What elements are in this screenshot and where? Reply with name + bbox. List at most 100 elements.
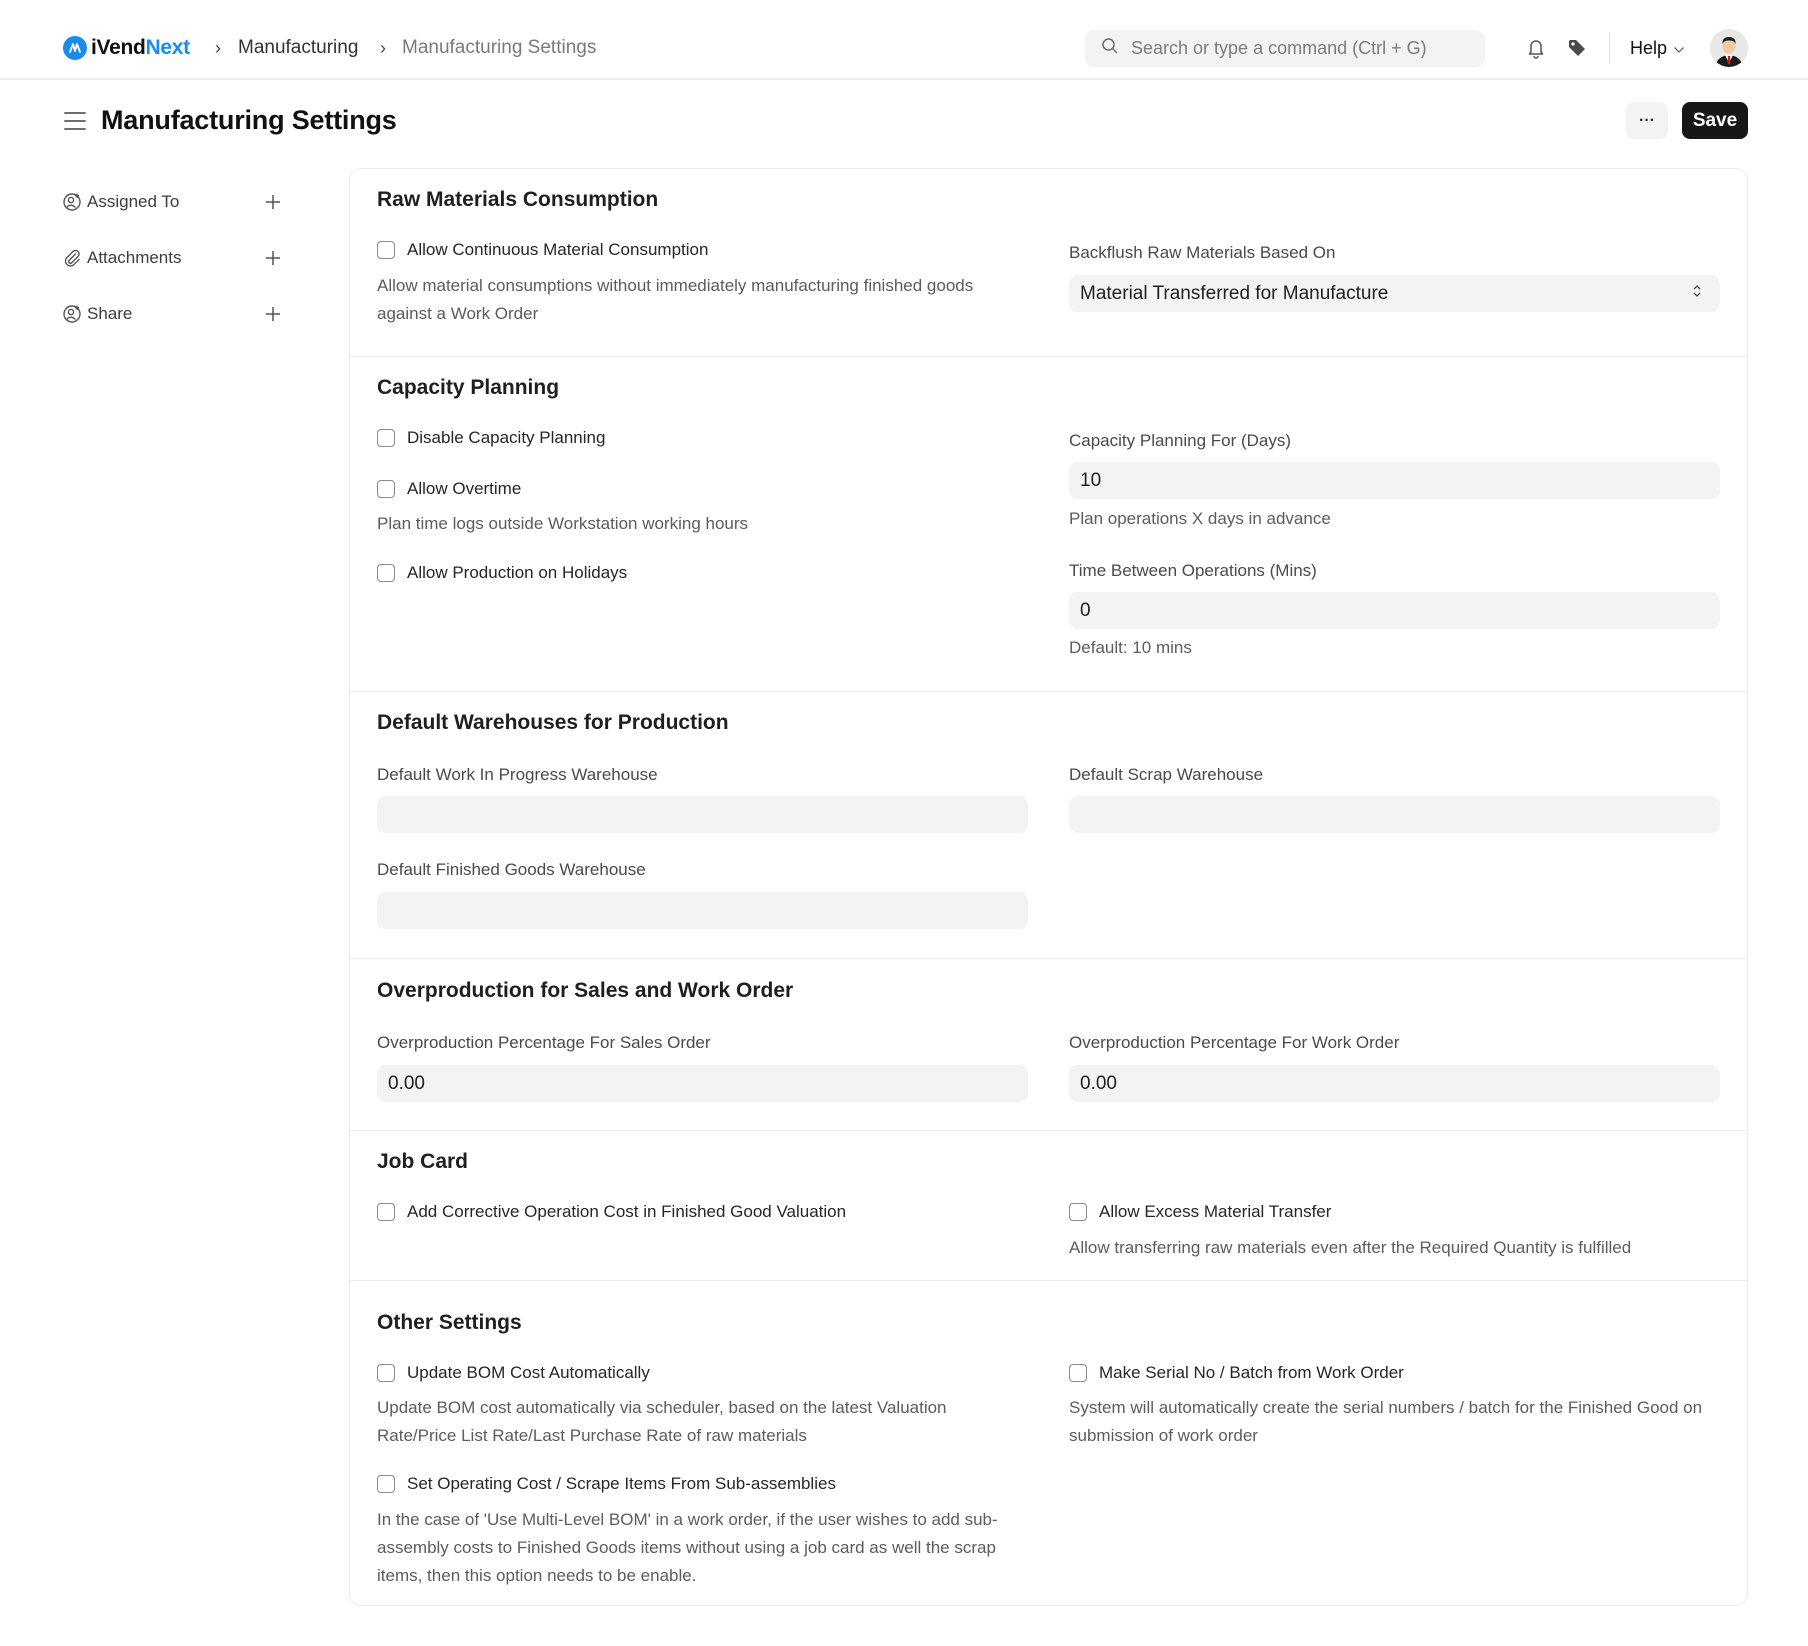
user-plus-icon: [62, 304, 82, 324]
allow-overtime-description: Plan time logs outside Workstation worki…: [377, 514, 749, 533]
section-divider: [349, 356, 1748, 357]
finished-goods-warehouse-label: Default Finished Goods Warehouse: [377, 860, 646, 879]
breadcrumb-manufacturing[interactable]: Manufacturing: [238, 37, 358, 59]
add-corrective-operation-cost-checkbox[interactable]: Add Corrective Operation Cost in Finishe…: [377, 1202, 846, 1222]
help-dropdown[interactable]: Help: [1630, 38, 1685, 59]
overproduction-work-order-label: Overproduction Percentage For Work Order: [1069, 1033, 1400, 1052]
scrap-warehouse-label: Default Scrap Warehouse: [1069, 765, 1264, 784]
section-divider: [349, 1280, 1748, 1281]
update-bom-cost-automatically-checkbox[interactable]: Update BOM Cost Automatically: [377, 1363, 650, 1383]
wip-warehouse-input[interactable]: [388, 803, 1028, 826]
command-search[interactable]: [1085, 30, 1485, 67]
bell-icon[interactable]: [1524, 36, 1548, 60]
checkbox-label: Allow Overtime: [407, 479, 522, 498]
capacity-planning-days-input[interactable]: [1080, 469, 1720, 492]
finished-goods-warehouse-input[interactable]: [388, 899, 1028, 922]
section-divider: [349, 691, 1748, 692]
backflush-label: Backflush Raw Materials Based On: [1069, 243, 1336, 262]
capacity-planning-days-description: Plan operations X days in advance: [1069, 509, 1331, 528]
section-title-job-card: Job Card: [377, 1150, 469, 1173]
checkbox-box[interactable]: [377, 1475, 395, 1493]
sidebar-item-assigned-to[interactable]: Assigned To: [62, 189, 284, 215]
help-label: Help: [1630, 38, 1668, 58]
time-between-operations-field[interactable]: [1069, 592, 1720, 629]
chevron-down-icon: [1673, 38, 1685, 59]
user-plus-icon: [62, 192, 82, 212]
allow-overtime-checkbox[interactable]: Allow Overtime: [377, 479, 521, 499]
overproduction-sales-order-label: Overproduction Percentage For Sales Orde…: [377, 1033, 711, 1052]
sidebar-item-attachments[interactable]: Attachments: [62, 245, 284, 271]
sidebar-toggle-menu-icon[interactable]: [64, 110, 86, 132]
checkbox-label: Allow Continuous Material Consumption: [407, 240, 709, 259]
logo-prefix: iVend: [91, 36, 146, 59]
capacity-planning-days-label: Capacity Planning For (Days): [1069, 431, 1292, 450]
sidebar-item-label: Attachments: [87, 248, 182, 267]
checkbox-box[interactable]: [377, 480, 395, 498]
overproduction-sales-order-input[interactable]: [388, 1072, 1028, 1095]
wip-warehouse-field[interactable]: [377, 796, 1028, 833]
menu-line: [64, 120, 86, 122]
section-title-capacity-planning: Capacity Planning: [377, 376, 560, 399]
make-serial-no-batch-checkbox[interactable]: Make Serial No / Batch from Work Order: [1069, 1363, 1404, 1383]
capacity-planning-days-field[interactable]: [1069, 462, 1720, 499]
sidebar-item-label: Share: [87, 304, 133, 323]
checkbox-label: Allow Production on Holidays: [407, 563, 628, 582]
backflush-select[interactable]: Material Transferred for Manufacture: [1069, 275, 1720, 312]
checkbox-box[interactable]: [377, 1203, 395, 1221]
backflush-select-value: Material Transferred for Manufacture: [1080, 282, 1389, 304]
set-operating-cost-description: In the case of 'Use Multi-Level BOM' in …: [377, 1510, 998, 1585]
overproduction-work-order-input[interactable]: [1080, 1072, 1720, 1095]
allow-production-on-holidays-checkbox[interactable]: Allow Production on Holidays: [377, 563, 627, 583]
overproduction-sales-order-field[interactable]: [377, 1065, 1028, 1102]
navbar-divider: [1609, 32, 1610, 64]
sidebar-item-label: Assigned To: [87, 192, 180, 211]
menu-line: [64, 112, 86, 114]
section-title-default-warehouses: Default Warehouses for Production: [377, 711, 729, 734]
app-logo[interactable]: iVendNext: [63, 36, 190, 60]
add-attachment-button[interactable]: [262, 247, 284, 269]
disable-capacity-planning-checkbox[interactable]: Disable Capacity Planning: [377, 428, 605, 448]
ivendnext-logo-icon: [63, 36, 87, 60]
checkbox-box[interactable]: [377, 1364, 395, 1382]
allow-excess-material-transfer-checkbox[interactable]: Allow Excess Material Transfer: [1069, 1202, 1331, 1222]
section-divider: [349, 958, 1748, 959]
breadcrumb-manufacturing-settings[interactable]: Manufacturing Settings: [402, 37, 596, 59]
checkbox-box[interactable]: [1069, 1364, 1087, 1382]
section-title-raw-materials: Raw Materials Consumption: [377, 188, 659, 211]
menu-line: [64, 128, 86, 130]
allow-excess-material-transfer-description: Allow transferring raw materials even af…: [1069, 1238, 1632, 1257]
sidebar-item-share[interactable]: Share: [62, 301, 284, 327]
set-operating-cost-scrape-items-checkbox[interactable]: Set Operating Cost / Scrape Items From S…: [377, 1474, 836, 1494]
logo-suffix: Next: [145, 36, 191, 59]
add-assignment-button[interactable]: [262, 191, 284, 213]
section-title-other-settings: Other Settings: [377, 1311, 522, 1334]
more-actions-button[interactable]: ···: [1626, 102, 1668, 139]
section-title-overproduction: Overproduction for Sales and Work Order: [377, 979, 794, 1002]
time-between-operations-description: Default: 10 mins: [1069, 638, 1192, 657]
add-share-button[interactable]: [262, 303, 284, 325]
finished-goods-warehouse-field[interactable]: [377, 892, 1028, 929]
allow-continuous-material-consumption-checkbox[interactable]: Allow Continuous Material Consumption: [377, 240, 708, 260]
search-input[interactable]: [1131, 38, 1471, 59]
search-icon: [1101, 37, 1119, 60]
checkbox-box[interactable]: [377, 429, 395, 447]
paperclip-icon: [62, 248, 82, 268]
select-arrows-icon: [1692, 282, 1702, 305]
checkbox-label: Make Serial No / Batch from Work Order: [1099, 1363, 1404, 1382]
avatar[interactable]: [1710, 29, 1748, 67]
breadcrumb-separator: ›: [215, 38, 221, 58]
scrap-warehouse-field[interactable]: [1069, 796, 1720, 833]
checkbox-box[interactable]: [377, 241, 395, 259]
checkbox-label: Update BOM Cost Automatically: [407, 1363, 650, 1382]
allow-continuous-description: Allow material consumptions without imme…: [377, 276, 974, 323]
time-between-operations-input[interactable]: [1080, 599, 1720, 622]
checkbox-label: Disable Capacity Planning: [407, 428, 606, 447]
logo-text: iVendNext: [91, 36, 190, 60]
overproduction-work-order-field[interactable]: [1069, 1065, 1720, 1102]
tag-icon[interactable]: [1565, 36, 1589, 60]
scrap-warehouse-input[interactable]: [1080, 803, 1720, 826]
checkbox-box[interactable]: [1069, 1203, 1087, 1221]
save-button[interactable]: Save: [1682, 102, 1748, 139]
checkbox-box[interactable]: [377, 564, 395, 582]
top-navbar: iVendNext › Manufacturing › Manufacturin…: [0, 0, 1808, 80]
